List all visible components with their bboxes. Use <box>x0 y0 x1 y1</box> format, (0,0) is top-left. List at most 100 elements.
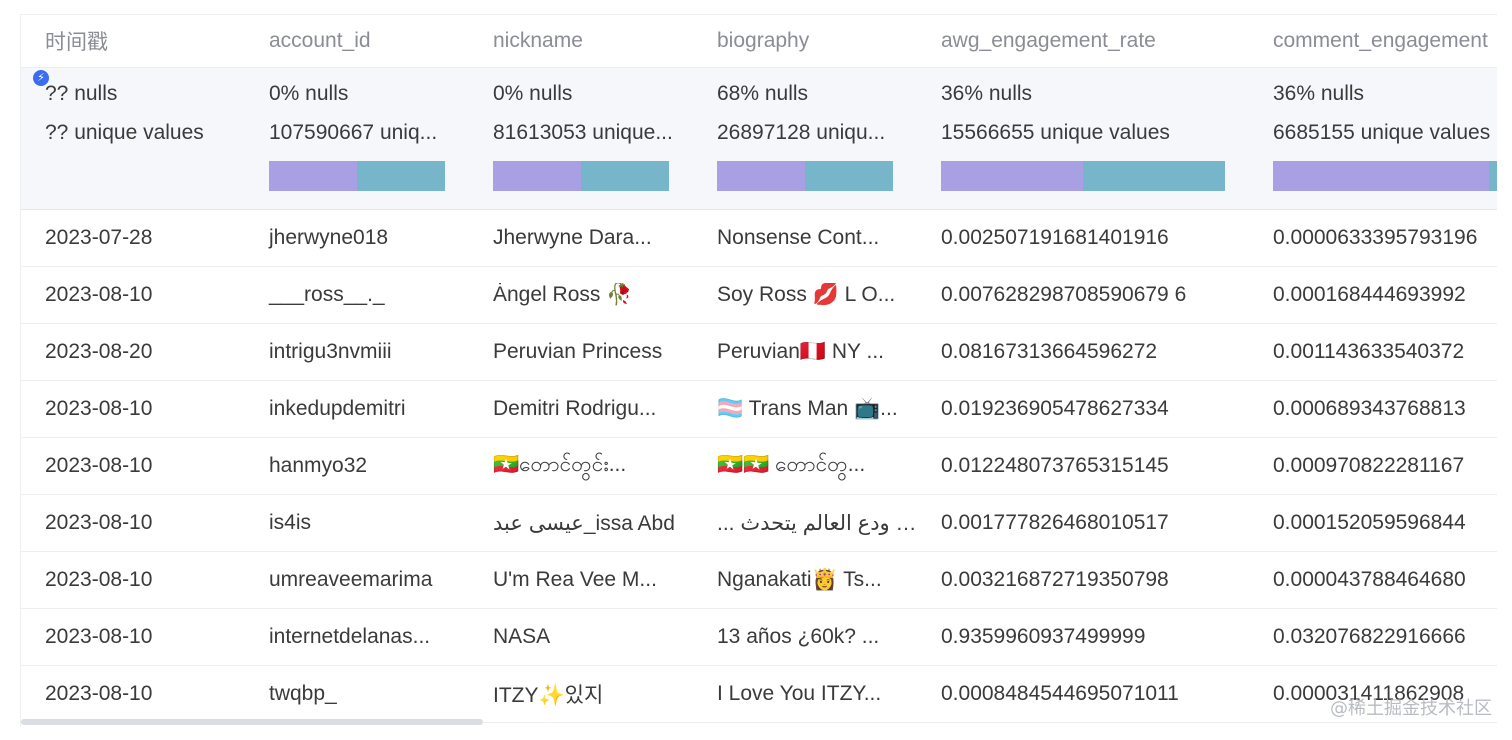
comment-engagement-cell[interactable]: 0.0000633395793196 <box>1249 226 1497 250</box>
biography-cell[interactable]: I Love You ITZY... <box>693 682 917 706</box>
awg-engagement-rate-cell[interactable]: 0.019236905478627334 <box>917 397 1249 421</box>
timestamp-cell[interactable]: 2023-08-20 <box>21 340 245 364</box>
timestamp-cell[interactable]: 2023-07-28 <box>21 226 245 250</box>
nickname-cell[interactable]: NASA <box>469 625 693 649</box>
nickname-cell[interactable]: 🇲🇲တောင်တွင်း... <box>469 451 693 482</box>
comment-engagement-cell[interactable]: 0.000970822281167 <box>1249 454 1497 478</box>
nickname-cell[interactable]: عيسى عبد_issa Abd <box>469 511 693 536</box>
account-id-cell[interactable]: ___ross__._ <box>245 283 469 307</box>
nulls-stat: 36% nulls <box>941 82 1033 105</box>
biography-cell[interactable]: Nonsense Cont... <box>693 226 917 250</box>
table-row[interactable]: 2023-08-10 is4is عيسى عبد_issa Abd... لك و… <box>21 495 1497 552</box>
account-id-cell[interactable]: internetdelanas... <box>245 625 469 649</box>
biography-cell[interactable]: 🏳️‍⚧️ Trans Man 📺... <box>693 397 917 421</box>
biography-cell[interactable]: 13 años ¿60k? ... <box>693 625 917 649</box>
account-id-cell[interactable]: twqbp_ <box>245 682 469 706</box>
biography-cell[interactable]: Peruvian🇵🇪 NY ... <box>693 340 917 364</box>
column-stats-row: ⚡ ?? nulls ?? unique values 0% nulls 107… <box>21 68 1497 210</box>
biography-cell[interactable]: Nganakati👸 Ts... <box>693 568 917 592</box>
account-id-cell[interactable]: jherwyne018 <box>245 226 469 250</box>
data-table: 时间戳 account_id nickname biography awg_en… <box>20 14 1497 727</box>
distribution-bar <box>1273 161 1497 191</box>
table-row[interactable]: 2023-08-10 umreaveemarima U'm Rea Vee M...… <box>21 552 1497 609</box>
nickname-cell[interactable]: Jherwyne Dara... <box>469 226 693 250</box>
table-row[interactable]: 2023-08-20 intrigu3nvmiii Peruvian Princes… <box>21 324 1497 381</box>
awg-engagement-rate-cell[interactable]: 0.9359960937499999 <box>917 625 1249 649</box>
nulls-stat: 68% nulls <box>717 82 809 105</box>
distribution-segment-b <box>805 161 893 191</box>
awg-engagement-rate-cell[interactable]: 0.002507191681401916 <box>917 226 1249 250</box>
distribution-segment-b <box>357 161 445 191</box>
nulls-stat: 0% nulls <box>493 82 573 105</box>
account-id-cell[interactable]: hanmyo32 <box>245 454 469 478</box>
column-header-biography[interactable]: biography <box>693 29 917 53</box>
unique-stat: 26897128 uniqu... <box>717 121 886 144</box>
timestamp-cell[interactable]: 2023-08-10 <box>21 397 245 421</box>
stats-awg-engagement-rate: 36% nulls 15566655 unique values <box>917 68 1249 209</box>
biography-cell[interactable]: Soy Ross 💋 L O... <box>693 283 917 307</box>
account-id-cell[interactable]: inkedupdemitri <box>245 397 469 421</box>
timestamp-cell[interactable]: 2023-08-10 <box>21 283 245 307</box>
nulls-stat: 36% nulls <box>1273 82 1365 105</box>
biography-cell[interactable]: 🇲🇲🇲🇲 တောင်တွ... <box>693 451 917 482</box>
nickname-cell[interactable]: Peruvian Princess <box>469 340 693 364</box>
account-id-cell[interactable]: is4is <box>245 511 469 535</box>
table-grid: 时间戳 account_id nickname biography awg_en… <box>21 15 1497 723</box>
distribution-segment-a <box>717 161 805 191</box>
distribution-segment-a <box>1273 161 1489 191</box>
comment-engagement-cell[interactable]: 0.001143633540372 <box>1249 340 1497 364</box>
table-body: 2023-07-28 jherwyne018 Jherwyne Dara... Non… <box>21 210 1497 723</box>
comment-engagement-cell[interactable]: 0.000043788464680 <box>1249 568 1497 592</box>
timestamp-cell[interactable]: 2023-08-10 <box>21 625 245 649</box>
distribution-bar <box>269 161 445 191</box>
nulls-stat: 0% nulls <box>269 82 349 105</box>
table-row[interactable]: 2023-08-10 twqbp_ ITZY✨있지 I Love You ITZY..… <box>21 666 1497 723</box>
nickname-cell[interactable]: U'm Rea Vee M... <box>469 568 693 592</box>
distribution-bar <box>717 161 893 191</box>
awg-engagement-rate-cell[interactable]: 0.012248073765315145 <box>917 454 1249 478</box>
awg-engagement-rate-cell[interactable]: 0.001777826468010517 <box>917 511 1249 535</box>
awg-engagement-rate-cell[interactable]: 0.08167313664596272 <box>917 340 1249 364</box>
timestamp-cell[interactable]: 2023-08-10 <box>21 568 245 592</box>
timestamp-cell[interactable]: 2023-08-10 <box>21 454 245 478</box>
comment-engagement-cell[interactable]: 0.032076822916666 <box>1249 625 1497 649</box>
unique-stat: 81613053 unique... <box>493 121 673 144</box>
comment-engagement-cell[interactable]: 0.000689343768813 <box>1249 397 1497 421</box>
stats-account-id: 0% nulls 107590667 uniq... <box>245 68 469 209</box>
awg-engagement-rate-cell[interactable]: 0.007628298708590679 6 <box>917 283 1249 307</box>
stats-timestamp: ?? nulls ?? unique values <box>21 68 245 209</box>
unique-stat: 6685155 unique values <box>1273 121 1491 144</box>
horizontal-scrollbar[interactable] <box>21 719 483 725</box>
header-row: 时间戳 account_id nickname biography awg_en… <box>21 15 1497 68</box>
unique-stat: 107590667 uniq... <box>269 121 438 144</box>
comment-engagement-cell[interactable]: 0.000168444693992 <box>1249 283 1497 307</box>
unique-stat: ?? unique values <box>45 121 204 144</box>
column-header-nickname[interactable]: nickname <box>469 29 693 53</box>
column-header-account-id[interactable]: account_id <box>245 29 469 53</box>
table-row[interactable]: 2023-08-10 ___ross__._ Ȧngel Ross 🥀 Soy Ros… <box>21 267 1497 324</box>
awg-engagement-rate-cell[interactable]: 0.0008484544695071011 <box>917 682 1249 706</box>
timestamp-cell[interactable]: 2023-08-10 <box>21 682 245 706</box>
table-row[interactable]: 2023-07-28 jherwyne018 Jherwyne Dara... Non… <box>21 210 1497 267</box>
nickname-cell[interactable]: Demitri Rodrigu... <box>469 397 693 421</box>
stats-biography: 68% nulls 26897128 uniqu... <box>693 68 917 209</box>
column-header-comment-engagement[interactable]: comment_engagement <box>1249 29 1497 53</box>
distribution-segment-b <box>1488 161 1497 191</box>
biography-cell[interactable]: ... لك ودع العالم يتحدث <box>693 511 917 536</box>
account-id-cell[interactable]: umreaveemarima <box>245 568 469 592</box>
table-row[interactable]: 2023-08-10 inkedupdemitri Demitri Rodrigu.… <box>21 381 1497 438</box>
awg-engagement-rate-cell[interactable]: 0.003216872719350798 <box>917 568 1249 592</box>
unique-stat: 15566655 unique values <box>941 121 1170 144</box>
distribution-segment-b <box>1083 161 1225 191</box>
timestamp-cell[interactable]: 2023-08-10 <box>21 511 245 535</box>
comment-engagement-cell[interactable]: 0.000152059596844 <box>1249 511 1497 535</box>
column-header-awg-engagement-rate[interactable]: awg_engagement_rate <box>917 29 1249 53</box>
account-id-cell[interactable]: intrigu3nvmiii <box>245 340 469 364</box>
table-row[interactable]: 2023-08-10 hanmyo32 🇲🇲တောင်တွင်း... 🇲🇲🇲🇲 တေ… <box>21 438 1497 495</box>
nickname-cell[interactable]: ITZY✨있지 <box>469 679 693 709</box>
nickname-cell[interactable]: Ȧngel Ross 🥀 <box>469 283 693 307</box>
table-row[interactable]: 2023-08-10 internetdelanas... NASA 13 años … <box>21 609 1497 666</box>
nulls-stat: ?? nulls <box>45 82 118 105</box>
distribution-bar <box>941 161 1225 191</box>
column-header-timestamp[interactable]: 时间戳 <box>21 26 245 56</box>
